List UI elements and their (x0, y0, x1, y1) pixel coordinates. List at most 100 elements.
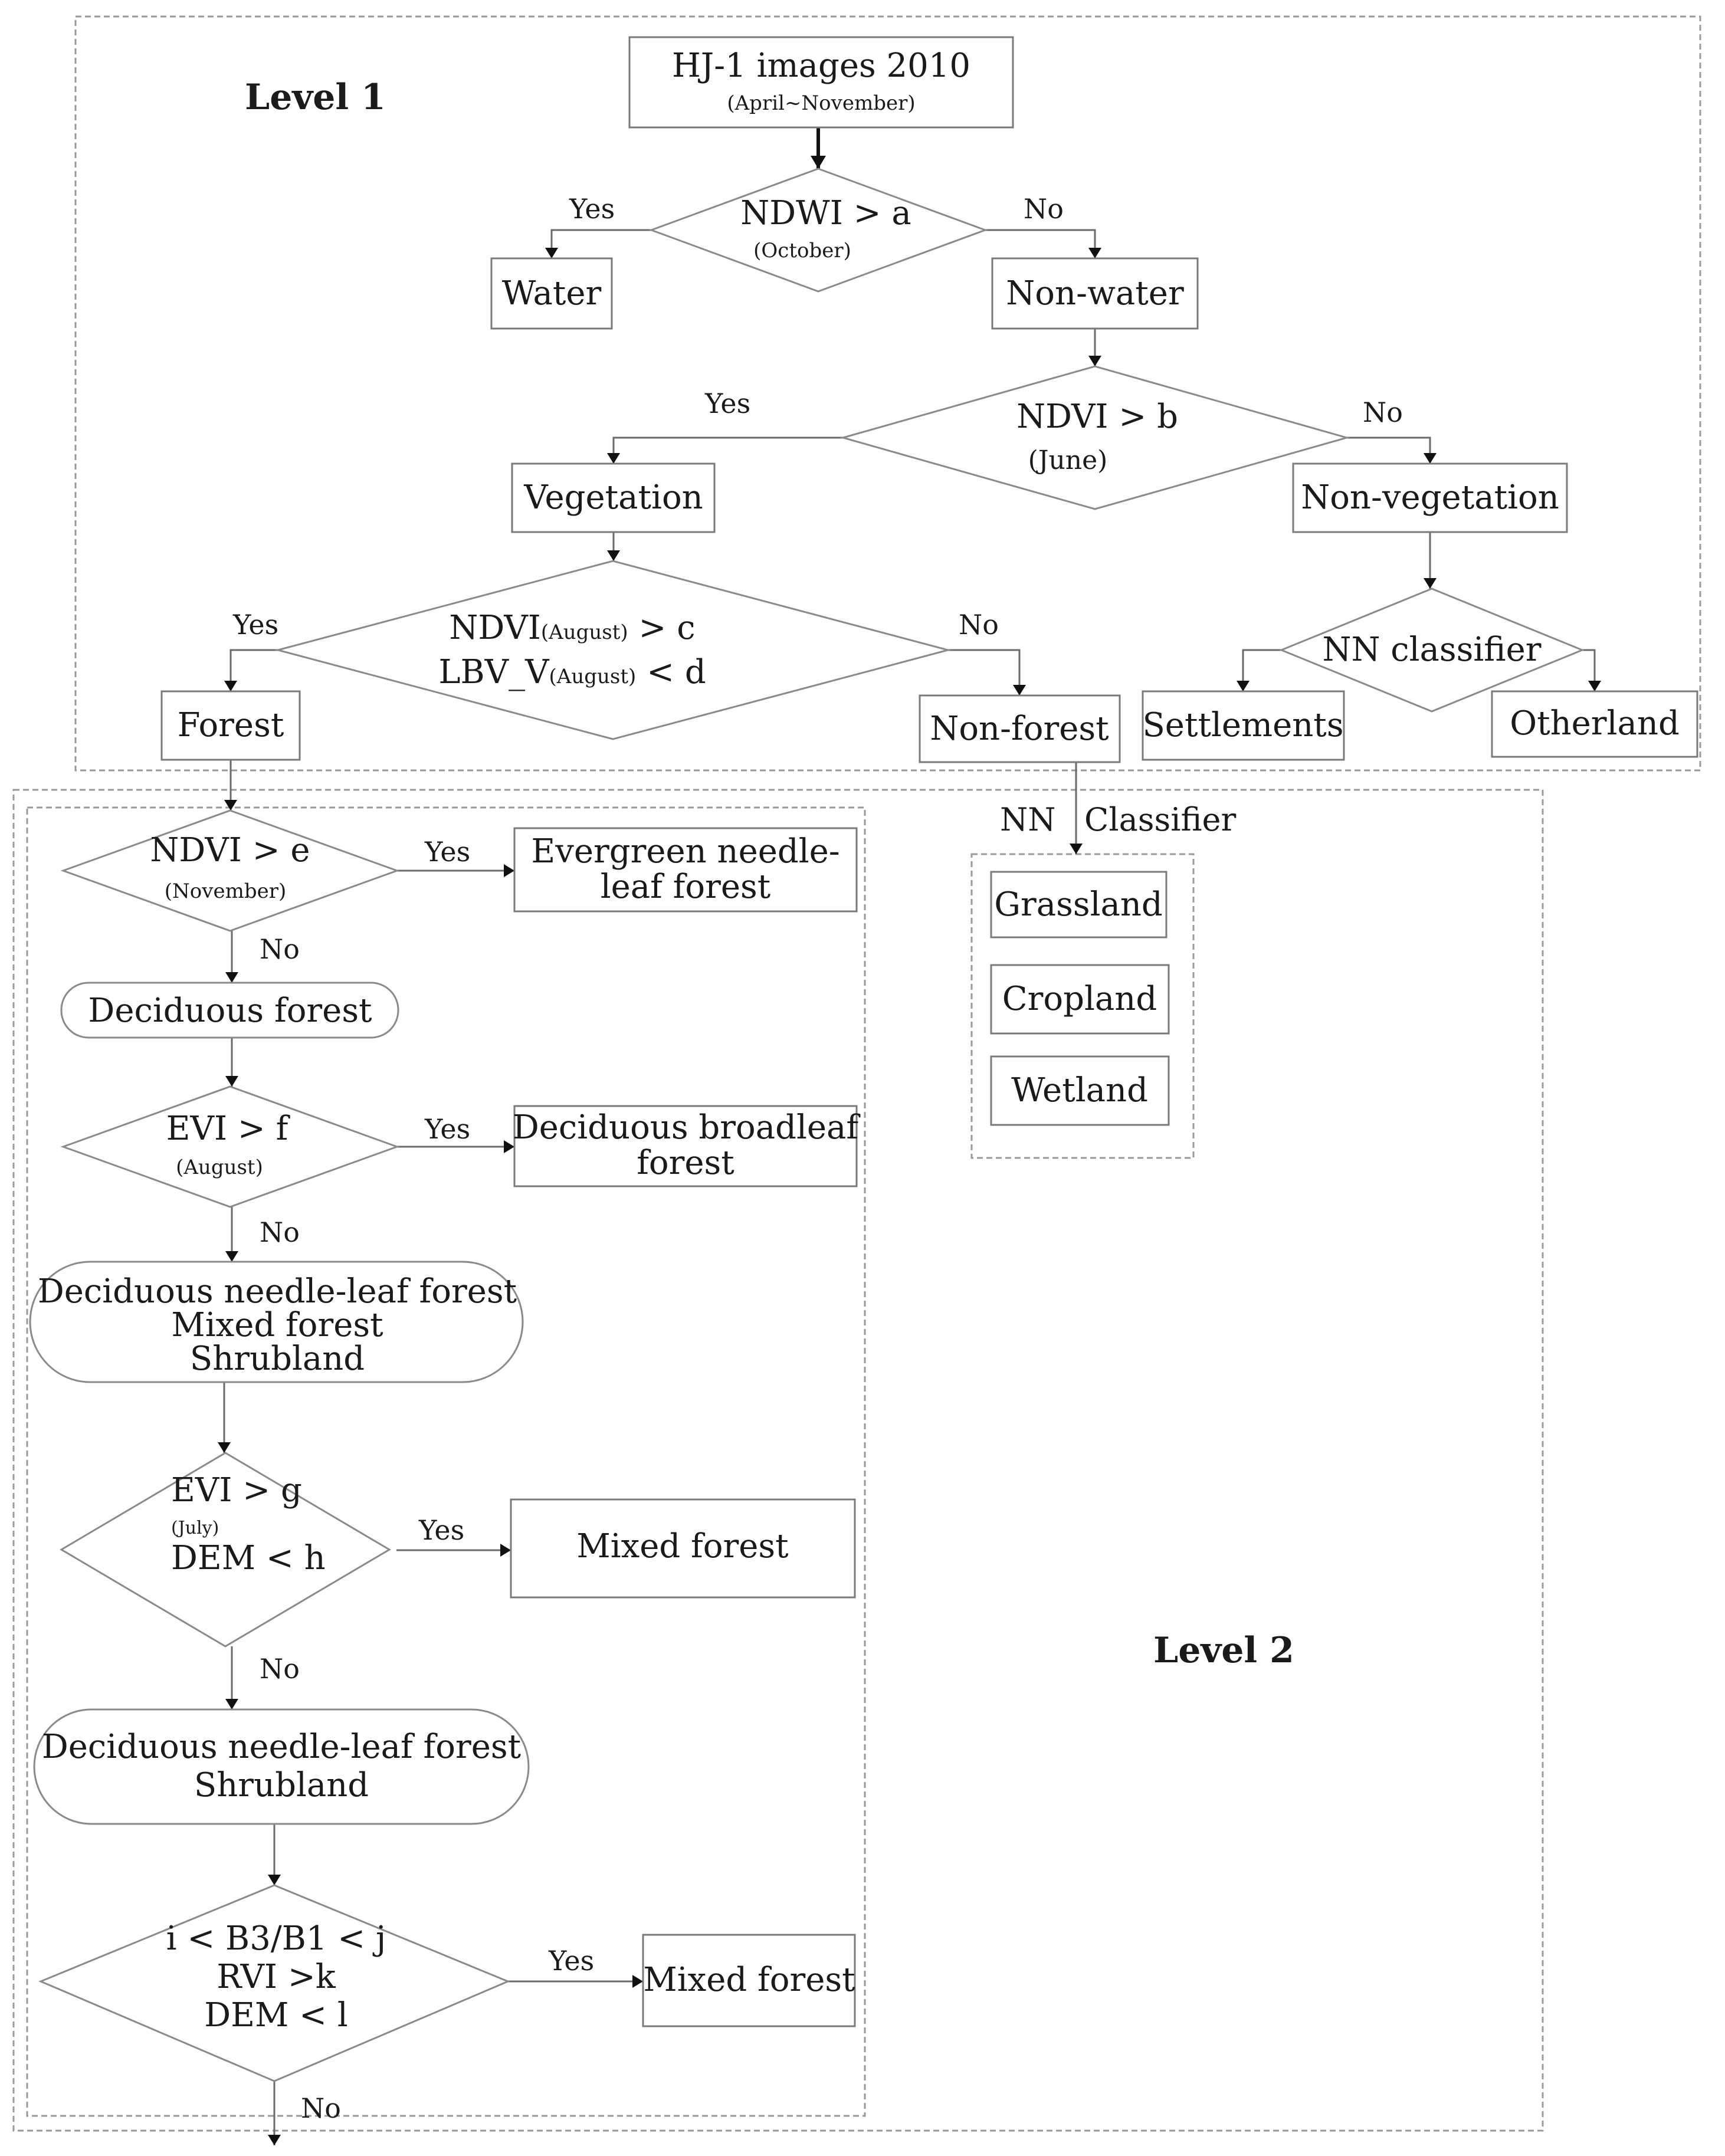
ndvi-june-decision: NDVI > b (June) (839, 365, 1350, 510)
edge-label-no: No (1363, 396, 1403, 428)
deciduous-forest-node: Deciduous forest (60, 982, 399, 1039)
level2-label: Level 2 (1153, 1630, 1294, 1671)
edge-foresttest-no-nonforest (948, 649, 1021, 695)
input-sublabel: (April~November) (727, 91, 915, 115)
group3-line1: Deciduous needle-leaf forest (38, 1272, 517, 1311)
arrowhead-icon (225, 1076, 238, 1087)
edge-label-yes: Yes (424, 1113, 470, 1145)
nn-classifier-label: NN classifier (1322, 631, 1541, 669)
ndvi-nov-label: NDVI > e (150, 831, 310, 869)
input-node: HJ-1 images 2010 (April~November) (628, 36, 1014, 129)
arrowhead-icon (1088, 356, 1101, 366)
deciduous-broadleaf-line2: forest (637, 1144, 734, 1182)
group3-line3: Shrubland (190, 1340, 365, 1378)
evi-aug-sublabel: (August) (176, 1156, 263, 1179)
ndvi-nov-decision: NDVI > e (November) (60, 809, 400, 932)
edge-label-yes: Yes (232, 609, 278, 641)
evergreen-line1: Evergreen needle- (531, 832, 839, 871)
settlements-label: Settlements (1142, 706, 1343, 744)
arrowhead-icon (268, 2135, 281, 2145)
evi-july-line1: EVI > g (171, 1471, 302, 1509)
deciduous-forest-label: Deciduous forest (88, 992, 372, 1030)
edge-label-no: No (301, 2092, 341, 2124)
group2-line2: Shrubland (194, 1766, 369, 1804)
group2-node: Deciduous needle-leaf forest Shrubland (33, 1708, 530, 1825)
evi-aug-label: EVI > f (166, 1110, 291, 1148)
arrowhead-icon (500, 1544, 511, 1557)
vegetation-node: Vegetation (511, 462, 716, 533)
arrowhead-icon (225, 1251, 238, 1262)
vegetation-label: Vegetation (523, 478, 703, 517)
mixed-forest-1-label: Mixed forest (576, 1527, 789, 1566)
arrowhead-icon (1088, 248, 1101, 258)
settlements-node: Settlements (1142, 690, 1345, 761)
edge-ndvi-yes-vegetation (612, 437, 843, 464)
edge-foresttest-yes-forest (229, 649, 278, 691)
classification-flowchart: Level 1 Level 2 Yes NoYes NoYes NoYesNoYesN… (12, 15, 1701, 2145)
deciduous-broadleaf-line1: Deciduous broadleaf (513, 1108, 861, 1147)
edge-label-yes: Yes (548, 1945, 594, 1977)
arrowhead-icon (268, 1875, 281, 1885)
non-vegetation-label: Non-vegetation (1301, 478, 1559, 517)
evi-july-sub: (July) (171, 1518, 219, 1538)
ratio-line2: RVI >k (217, 1958, 336, 1996)
edge-label-yes: Yes (424, 836, 470, 868)
edge-label-yes: Yes (418, 1514, 464, 1546)
arrowhead-icon (218, 1442, 231, 1453)
ratio-line3: DEM < l (204, 1996, 348, 2034)
nn-label-left: NN (1000, 801, 1056, 838)
arrowhead-icon (811, 156, 826, 169)
wetland-label: Wetland (1011, 1071, 1148, 1110)
edge-label-no: No (260, 1216, 300, 1248)
ratio-decision: i < B3/B1 < j RVI >k DEM < l (38, 1884, 510, 2082)
forest-label: Forest (178, 706, 284, 744)
arrowhead-icon (1070, 844, 1083, 854)
ndwi-label: NDWI > a (740, 194, 911, 232)
edge-label-no: No (959, 609, 999, 641)
mixed-forest-2-label: Mixed forest (643, 1961, 855, 1999)
forest-node: Forest (160, 690, 301, 761)
ndvi-june-label: NDVI > b (1016, 398, 1178, 436)
non-forest-node: Non-forest (919, 694, 1121, 763)
edge-label-no: No (260, 1653, 300, 1685)
arrowhead-icon (632, 1975, 643, 1988)
grassland-node: Grassland (990, 871, 1168, 938)
grassland-label: Grassland (994, 885, 1163, 924)
group3-line2: Mixed forest (171, 1306, 383, 1344)
cropland-label: Cropland (1002, 980, 1157, 1018)
arrowhead-icon (1237, 681, 1250, 691)
ndvi-nov-sublabel: (November) (165, 880, 286, 903)
water-node: Water (490, 257, 613, 330)
nn-label-right: Classifier (1084, 801, 1236, 838)
evi-july-decision: EVI > g (July) DEM < h (60, 1452, 391, 1648)
arrowhead-icon (545, 248, 558, 258)
wetland-node: Wetland (990, 1055, 1170, 1126)
arrowhead-icon (607, 550, 620, 561)
group3-node: Deciduous needle-leaf forest Mixed fores… (29, 1261, 524, 1383)
arrowhead-icon (1013, 685, 1026, 695)
arrowhead-icon (1424, 453, 1437, 464)
non-water-node: Non-water (991, 257, 1199, 330)
arrowhead-icon (1588, 681, 1601, 691)
mixed-forest-2-node: Mixed forest (642, 1934, 856, 2027)
evi-july-line2: DEM < h (171, 1539, 326, 1577)
evergreen-node: Evergreen needle- leaf forest (513, 827, 858, 913)
otherland-label: Otherland (1510, 704, 1680, 743)
arrowhead-icon (225, 1699, 238, 1709)
ratio-line1: i < B3/B1 < j (166, 1919, 386, 1958)
arrowhead-icon (224, 800, 237, 810)
deciduous-broadleaf-node: Deciduous broadleaf forest (513, 1105, 861, 1187)
ndwi-decision: NDWI > a (October) (648, 168, 988, 293)
ndwi-sublabel: (October) (753, 239, 851, 262)
evi-aug-decision: EVI > f (August) (60, 1085, 400, 1208)
arrowhead-icon (224, 681, 237, 691)
otherland-node: Otherland (1491, 690, 1698, 758)
edge-ndwi-yes-water (550, 229, 651, 258)
evergreen-line2: leaf forest (601, 868, 771, 906)
arrowhead-icon (607, 453, 620, 464)
edge-label-yes: Yes (569, 193, 615, 225)
non-vegetation-node: Non-vegetation (1292, 462, 1568, 533)
edge-label-no: No (1024, 193, 1064, 225)
mixed-forest-1-node: Mixed forest (510, 1498, 856, 1599)
water-label: Water (502, 274, 602, 313)
